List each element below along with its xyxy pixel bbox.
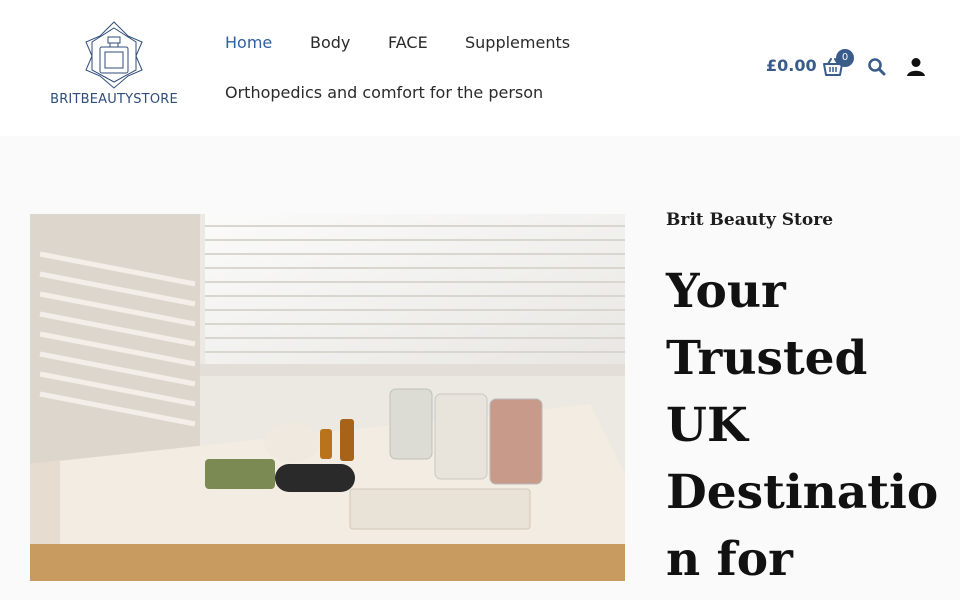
nav-item-face[interactable]: FACE [388, 33, 428, 52]
user-icon[interactable] [905, 56, 927, 78]
hero-image [30, 214, 625, 581]
nav-item-supplements[interactable]: Supplements [465, 33, 570, 52]
nav-item-home[interactable]: Home [225, 33, 272, 52]
search-icon[interactable] [867, 57, 887, 77]
headline-line: UK [666, 398, 748, 453]
cart-count-badge: 0 [836, 49, 854, 67]
cart-total[interactable]: £0.00 [766, 56, 817, 75]
nav-item-body[interactable]: Body [310, 33, 350, 52]
hero-headline: Your Trusted UK Destinatio n for [666, 258, 946, 593]
headline-line: Trusted [666, 331, 868, 386]
brand-name: BRITBEAUTYSTORE [50, 92, 178, 107]
hero-text: Brit Beauty Store Your Trusted UK Destin… [666, 210, 946, 593]
headline-line: n for [666, 532, 793, 587]
hero-kicker: Brit Beauty Store [666, 210, 834, 230]
headline-line: Your [666, 264, 786, 319]
main-navigation: Home Body FACE Supplements Orthopedics a… [225, 0, 645, 136]
nav-item-orthopedics[interactable]: Orthopedics and comfort for the person [225, 83, 543, 102]
site-header: BRITBEAUTYSTORE Home Body FACE Supplemen… [0, 0, 960, 136]
headline-line: Destinatio [666, 465, 939, 520]
site-logo[interactable]: BRITBEAUTYSTORE [44, 20, 184, 112]
perfume-logo-icon [85, 21, 143, 89]
